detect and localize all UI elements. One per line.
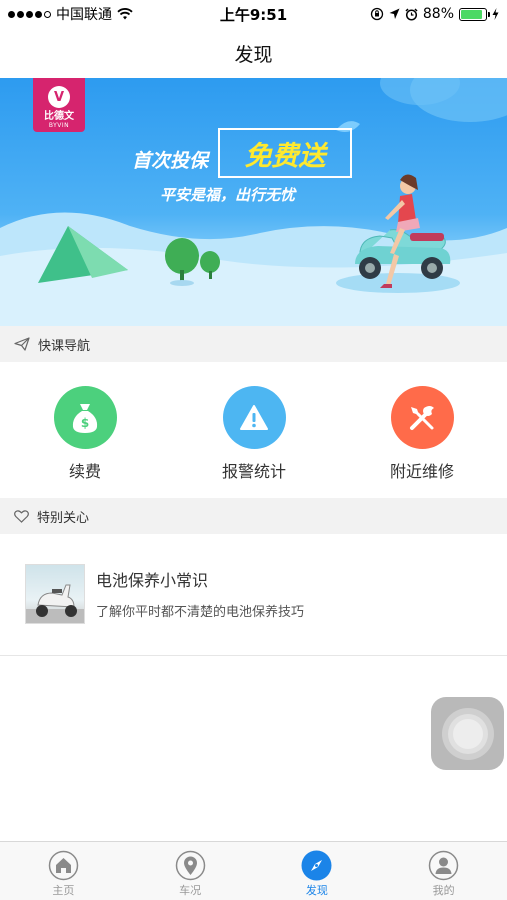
compass-icon <box>301 850 332 881</box>
carrier-name: 中国联通 <box>56 7 112 23</box>
location-pin-icon <box>175 850 205 881</box>
brand-name: 比德文 <box>44 111 74 122</box>
special-care-title: 特别关心 <box>37 510 90 526</box>
article-item[interactable]: 电池保养小常识 了解你平时都不清楚的电池保养技巧 <box>0 534 507 656</box>
quick-nav-title: 快课导航 <box>38 338 91 354</box>
signal-strength-icon <box>8 10 51 18</box>
status-left: 中国联通 <box>8 4 133 24</box>
svg-text:$: $ <box>81 416 89 430</box>
lock-rotation-icon <box>370 7 384 21</box>
article-thumbnail <box>25 564 85 624</box>
tab-home[interactable]: 主页 <box>0 842 127 900</box>
status-bar: 中国联通 上午9:51 88% <box>0 0 507 28</box>
tab-label: 发现 <box>305 884 328 897</box>
status-right: 88% <box>370 6 499 22</box>
quick-nav-header: 快课导航 <box>0 326 507 362</box>
tab-vehicle-status[interactable]: 车况 <box>127 842 254 900</box>
charging-icon <box>492 8 499 20</box>
tab-discover[interactable]: 发现 <box>254 842 381 900</box>
brand-logo-icon: V <box>48 86 70 108</box>
quick-nav-label: 续费 <box>68 462 101 481</box>
quick-nav-alarm-stats[interactable]: 报警统计 <box>199 386 309 482</box>
brand-sub: BYVIN <box>48 122 70 129</box>
promo-banner[interactable]: V 比德文 BYVIN 首次投保 免费送 平安是福，出行无忧 <box>0 78 507 326</box>
alarm-icon <box>405 7 418 21</box>
article-description: 了解你平时都不清楚的电池保养技巧 <box>96 605 305 620</box>
warning-icon <box>222 386 286 449</box>
repair-tools-icon <box>390 386 454 449</box>
money-bag-icon: $ <box>53 386 117 449</box>
tab-bar: 主页 车况 发现 我的 <box>0 841 507 900</box>
tab-label: 主页 <box>52 884 75 897</box>
navigation-bar: 发现 <box>0 28 507 78</box>
discover-screen: 中国联通 上午9:51 88% 发现 V 比德文 BYVIN 首次投保 免费送 … <box>0 0 507 900</box>
special-care-header: 特别关心 <box>0 498 507 534</box>
promo-highlight-box: 免费送 <box>218 128 352 178</box>
quick-nav-nearby-repair[interactable]: 附近维修 <box>367 386 477 482</box>
home-icon <box>48 850 79 881</box>
paper-plane-icon <box>14 337 30 351</box>
tab-label: 车况 <box>179 884 202 897</box>
battery-percent: 88% <box>422 6 454 22</box>
location-arrow-icon <box>389 8 400 19</box>
tab-profile[interactable]: 我的 <box>380 842 507 900</box>
promo-slogan: 平安是福，出行无忧 <box>160 186 296 204</box>
heart-outline-icon <box>14 509 29 523</box>
page-title: 发现 <box>234 43 273 66</box>
promo-headline: 首次投保 <box>132 150 209 172</box>
quick-nav-renew[interactable]: $ 续费 <box>30 386 140 482</box>
quick-nav-label: 报警统计 <box>221 462 286 481</box>
quick-nav-label: 附近维修 <box>389 462 454 481</box>
assistive-touch-button[interactable] <box>431 697 504 770</box>
promo-highlight: 免费送 <box>244 140 326 172</box>
quick-nav-grid: $ 续费 报警统计 附近维修 <box>0 362 507 496</box>
battery-icon <box>459 7 490 21</box>
brand-logo: V 比德文 BYVIN <box>33 78 85 132</box>
article-title: 电池保养小常识 <box>96 571 209 590</box>
user-icon <box>428 850 459 881</box>
wifi-icon <box>117 8 133 20</box>
tab-label: 我的 <box>432 884 455 897</box>
